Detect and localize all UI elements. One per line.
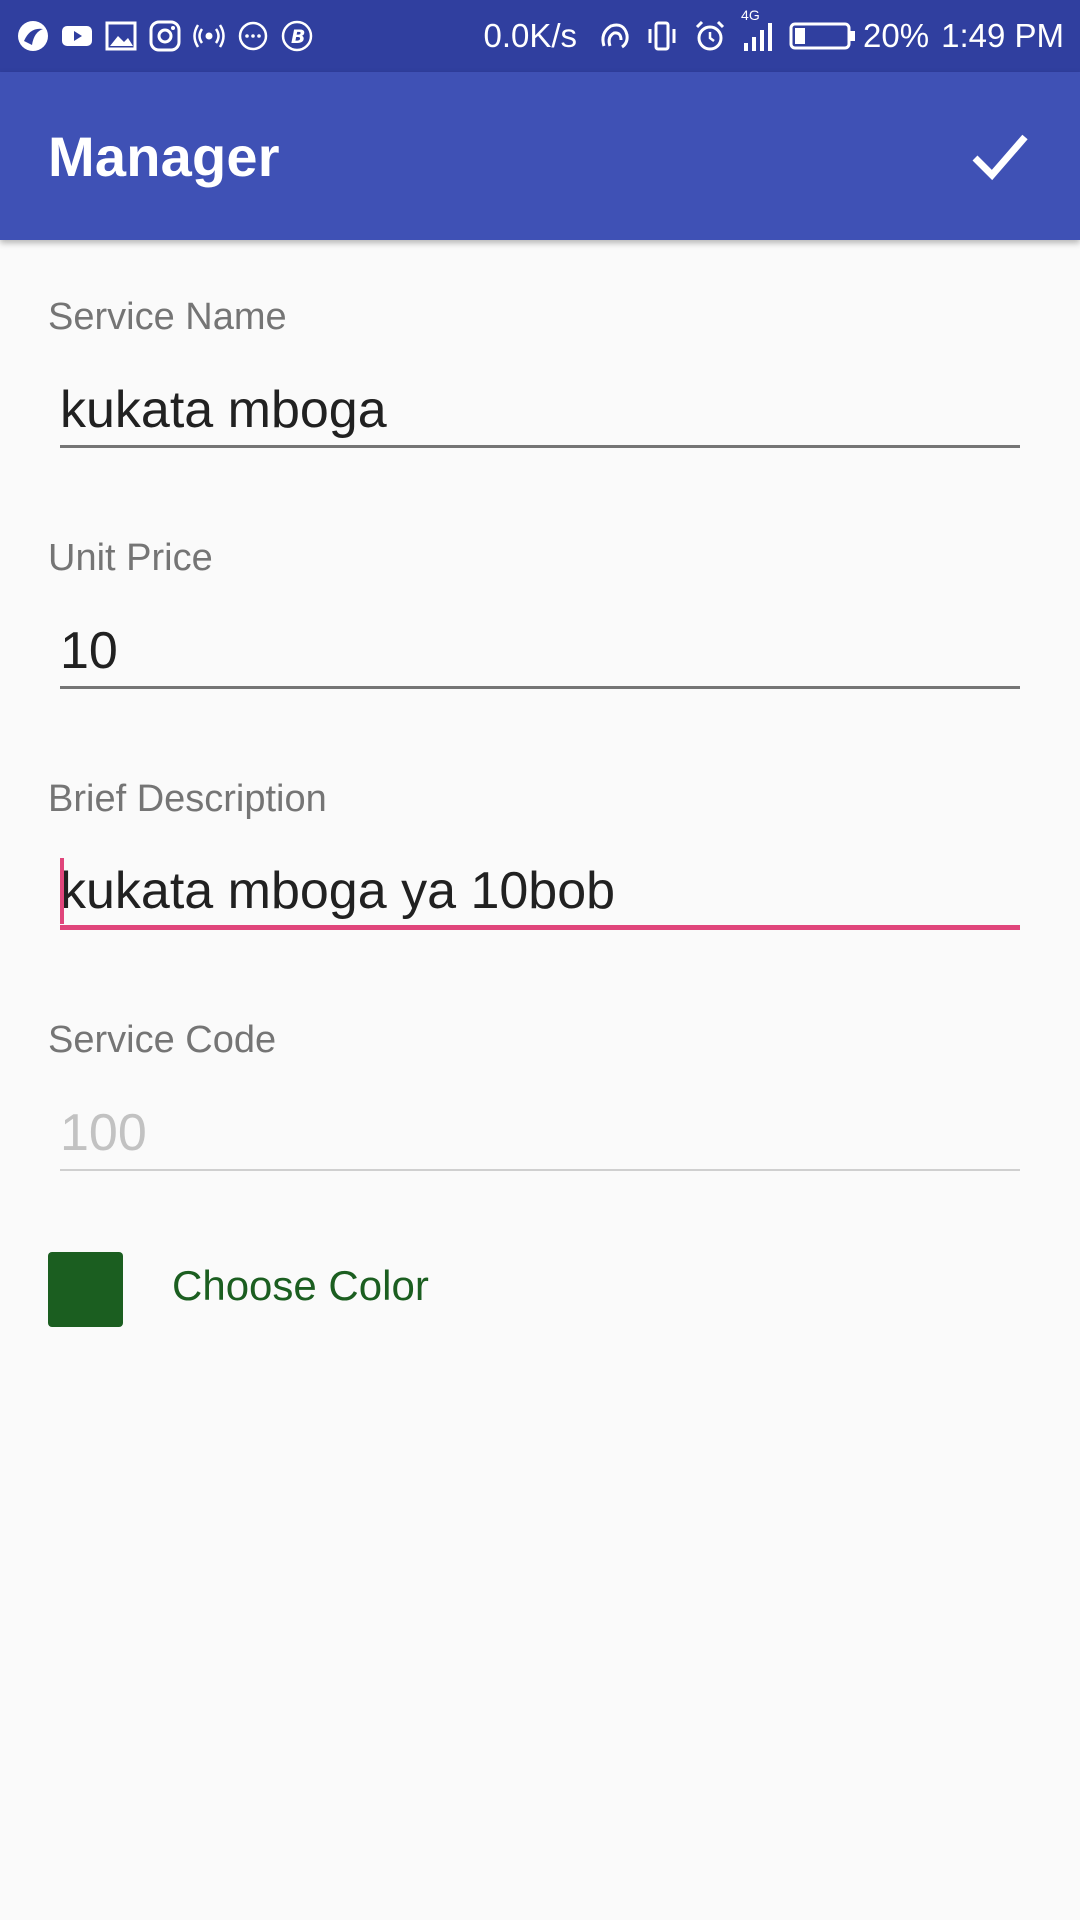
status-bar: B 0.0K/s 4G 20% 1:49 PM (0, 0, 1080, 72)
alarm-icon (693, 19, 727, 53)
b-icon: B (280, 19, 314, 53)
unit-price-input[interactable] (60, 615, 1020, 689)
youtube-icon (60, 19, 94, 53)
falcon-icon (16, 19, 50, 53)
text-cursor (60, 858, 64, 924)
hotspot-icon (192, 19, 226, 53)
page-title: Manager (48, 124, 280, 188)
service-code-input[interactable] (60, 1097, 1020, 1171)
network-speed: 0.0K/s (483, 17, 578, 54)
svg-text:B: B (291, 26, 305, 48)
app-bar: Manager (0, 72, 1080, 240)
messenger-icon (236, 19, 270, 53)
color-swatch[interactable] (48, 1252, 123, 1327)
service-name-field: Service Name (48, 296, 1020, 448)
nfc-icon (597, 19, 631, 53)
signal-icon: 4G (741, 7, 775, 53)
service-code-field: Service Code (48, 1019, 1020, 1171)
brief-description-field: Brief Description (48, 778, 1020, 930)
image-icon (104, 19, 138, 53)
status-bar-notifications: B (16, 19, 324, 53)
brief-description-label: Brief Description (48, 778, 327, 820)
vibrate-icon (645, 19, 679, 53)
battery-percent: 20% (863, 17, 930, 54)
save-button[interactable] (960, 116, 1040, 196)
unit-price-label: Unit Price (48, 537, 213, 579)
service-code-label: Service Code (48, 1019, 277, 1061)
brief-description-input[interactable] (60, 856, 1020, 930)
status-bar-system: 0.0K/s 4G 20% 1:49 PM (483, 7, 1064, 55)
instagram-icon (148, 19, 182, 53)
service-name-label: Service Name (48, 296, 287, 338)
battery-icon (789, 19, 857, 53)
choose-color-button[interactable]: Choose Color (172, 1262, 429, 1310)
check-icon (972, 134, 1028, 181)
network-type: 4G (741, 7, 760, 23)
clock: 1:49 PM (941, 17, 1064, 54)
unit-price-field: Unit Price (48, 537, 1020, 689)
service-name-input[interactable] (60, 374, 1020, 448)
